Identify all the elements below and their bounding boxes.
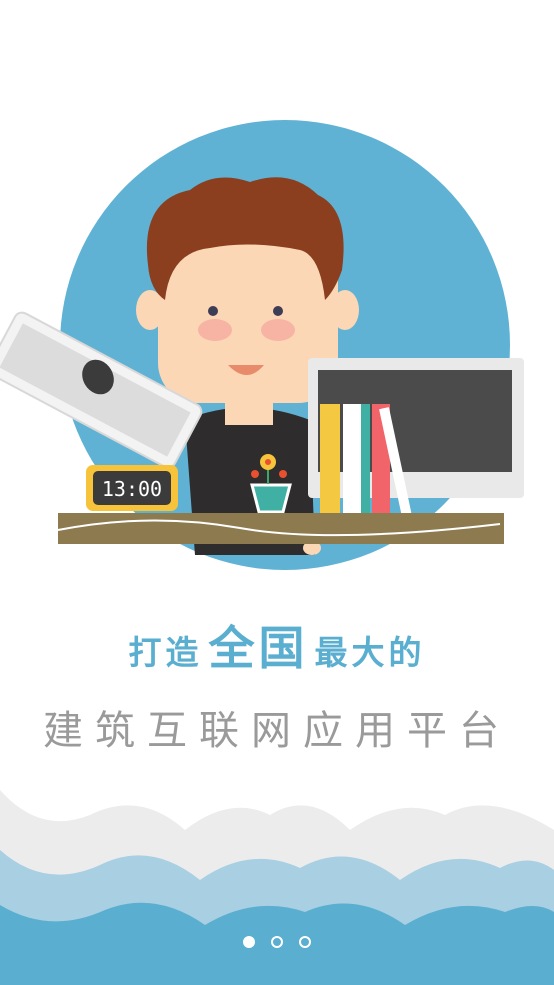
headline-subtitle: 建筑互联网应用平台 xyxy=(43,708,511,754)
page-indicator xyxy=(0,936,554,954)
desk xyxy=(58,513,504,544)
page-dot-3[interactable] xyxy=(299,936,311,948)
page-dot-2[interactable] xyxy=(271,936,283,948)
headline-prefix: 打造 xyxy=(128,633,203,672)
illustration: 13:00 xyxy=(0,120,524,570)
clock-time: 13:00 xyxy=(102,477,162,501)
headline-emphasis: 全国 xyxy=(208,621,309,675)
monitor-illustration xyxy=(308,358,524,498)
headline-suffix: 最大的 xyxy=(314,633,426,672)
wave-footer xyxy=(0,790,554,985)
clock: 13:00 xyxy=(86,465,178,511)
headline-line1: 打造 全国 最大的 xyxy=(0,612,554,678)
headline: 打造 全国 最大的 建筑互联网应用平台 xyxy=(0,612,554,756)
page-dot-1[interactable] xyxy=(243,936,255,948)
